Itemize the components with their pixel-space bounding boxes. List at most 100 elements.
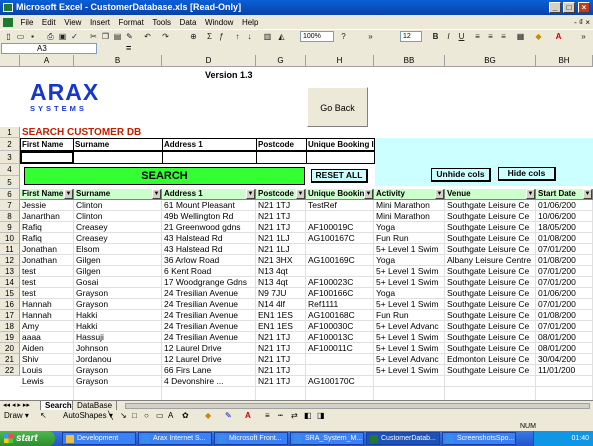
table-cell[interactable]: N21 1TJ [256,222,306,233]
row-header[interactable]: 16 [0,299,20,310]
row-header[interactable]: 8 [0,211,20,222]
table-cell[interactable]: AF100030C [306,321,374,332]
draw-menu[interactable]: Draw ▾ [4,410,29,422]
table-cell[interactable]: 10/06/200 [536,211,593,222]
toolbar-options-icon[interactable]: » [365,31,376,42]
table-cell[interactable]: 17 Woodgrange Gdns [162,277,256,288]
table-cell[interactable]: 01/08/200 [536,255,593,266]
column-header-d[interactable]: D [162,55,256,67]
horizontal-scrollbar[interactable] [125,403,590,409]
bold-icon[interactable]: B [430,31,441,42]
table-cell[interactable]: 01/06/200 [536,288,593,299]
table-cell[interactable]: N21 1LJ [256,233,306,244]
search-input-postcode[interactable] [256,151,307,164]
table-cell[interactable] [445,376,536,387]
print-icon[interactable]: ⎙ [45,31,56,42]
table-cell[interactable]: Fun Run [374,310,445,321]
go-back-button[interactable]: Go Back [307,87,368,127]
table-cell[interactable]: N21 1TJ [256,200,306,211]
table-cell[interactable]: N21 1TJ [256,365,306,376]
table-cell[interactable]: Yoga [374,222,445,233]
function-icon[interactable]: ƒ [216,31,227,42]
table-cell[interactable]: Hannah [20,299,74,310]
table-cell[interactable]: Southgate Leisure Ce [445,211,536,222]
table-cell[interactable]: Jordanou [74,354,162,365]
row-header[interactable]: 21 [0,354,20,365]
table-cell[interactable]: 5+ Level Advanc [374,321,445,332]
table-cell[interactable]: N21 1TJ [256,211,306,222]
table-cell[interactable]: Hakki [74,310,162,321]
table-cell[interactable]: 4 Devonshire ... [162,376,256,387]
table-cell[interactable]: 5+ Level 1 Swim [374,343,445,354]
row-header[interactable]: 19 [0,332,20,343]
table-cell[interactable]: N13 4qt [256,277,306,288]
table-cell[interactable]: AG100170C [306,376,374,387]
row-header[interactable]: 9 [0,222,20,233]
table-cell[interactable]: 30/04/200 [536,354,593,365]
rectangle-icon[interactable]: □ [132,410,137,422]
search-button[interactable]: SEARCH [24,167,305,185]
table-cell[interactable]: Ref1111 [306,299,374,310]
row-header[interactable]: 6 [0,189,20,200]
table-cell[interactable]: Hassuji [74,332,162,343]
table-cell[interactable]: Mini Marathon [374,200,445,211]
table-cell[interactable]: Lewis [20,376,74,387]
search-input-surname[interactable] [73,151,163,164]
underline-icon[interactable]: U [456,31,467,42]
table-cell[interactable]: EN1 1ES [256,321,306,332]
maximize-button[interactable]: □ [563,2,575,13]
table-cell[interactable]: 5+ Level 1 Swim [374,299,445,310]
table-cell[interactable]: 24 Tresilian Avenue [162,299,256,310]
column-header-bg[interactable]: BG [445,55,536,67]
arrow-style-icon[interactable]: ⇄ [291,410,298,422]
table-cell[interactable] [306,244,374,255]
table-cell[interactable]: Albany Leisure Centre [445,255,536,266]
row-header[interactable]: 17 [0,310,20,321]
table-cell[interactable]: 5+ Level 1 Swim [374,365,445,376]
reset-all-button[interactable]: RESET ALL [311,169,368,183]
3d-icon[interactable]: ◨ [317,410,325,422]
autosum-icon[interactable]: Σ [204,31,215,42]
table-cell[interactable]: Southgate Leisure Ce [445,299,536,310]
font-size-select[interactable]: 12 [400,31,422,42]
table-cell[interactable]: Amy [20,321,74,332]
preview-icon[interactable]: ▣ [57,31,68,42]
task-screenshots[interactable]: ScreenshotsSpo... [442,432,516,445]
table-cell[interactable]: Rafiq [20,222,74,233]
column-header-a[interactable]: A [20,55,74,67]
table-header-cell[interactable]: Unique Booking ▼ [306,189,374,200]
filter-dropdown-icon[interactable]: ▼ [435,189,444,199]
table-cell[interactable]: test [20,266,74,277]
table-cell[interactable]: 07/01/200 [536,299,593,310]
table-header-cell[interactable]: Postcode ▼ [256,189,306,200]
table-cell[interactable]: Clinton [74,211,162,222]
table-cell[interactable]: Mini Marathon [374,211,445,222]
row-header[interactable]: 3 [0,151,20,164]
more-options-icon[interactable]: » [578,31,589,42]
table-cell[interactable]: test [20,277,74,288]
hide-cols-button[interactable]: Hide cols [498,167,556,181]
table-cell[interactable]: N9 7JU [256,288,306,299]
italic-icon[interactable]: I [443,31,454,42]
menu-insert[interactable]: Insert [87,16,113,30]
fill-color-icon[interactable]: ◆ [533,31,544,42]
table-cell[interactable]: 43 Halstead Rd [162,244,256,255]
copy-icon[interactable]: ❐ [100,31,111,42]
table-cell[interactable]: 12 Laurel Drive [162,343,256,354]
menu-edit[interactable]: Edit [39,16,59,30]
minimize-button[interactable]: _ [549,2,561,13]
row-header[interactable]: 18 [0,321,20,332]
table-cell[interactable]: 5+ Level 1 Swim [374,277,445,288]
table-cell[interactable]: 08/01/200 [536,332,593,343]
table-cell[interactable]: Johnson [74,343,162,354]
table-cell[interactable]: N21 1TJ [256,376,306,387]
table-cell[interactable]: 24 Tresilian Avenue [162,310,256,321]
drawing-icon[interactable]: ◭ [276,31,287,42]
row-header[interactable]: 10 [0,233,20,244]
table-cell[interactable]: Southgate Leisure Ce [445,244,536,255]
table-cell[interactable]: 43 Halstead Rd [162,233,256,244]
open-icon[interactable]: ▭ [15,31,26,42]
table-cell[interactable]: Jonathan [20,255,74,266]
table-cell[interactable]: 01/08/200 [536,310,593,321]
table-cell[interactable]: Janarthan [20,211,74,222]
